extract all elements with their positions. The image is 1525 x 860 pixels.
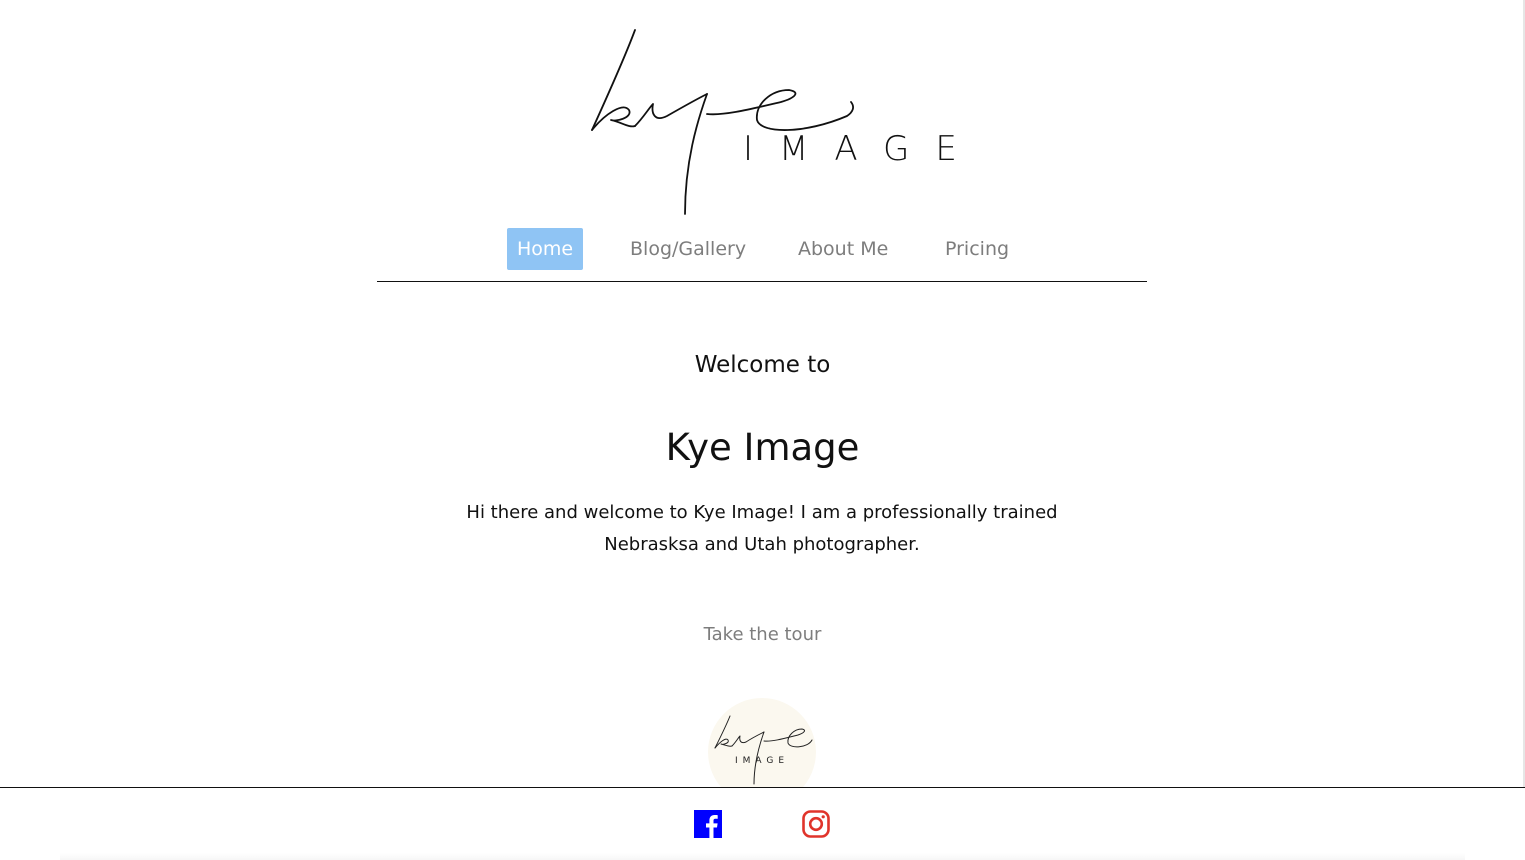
facebook-icon [694,810,722,838]
nav-item-about-me[interactable]: About Me [798,228,888,270]
logo-script-kye [591,29,854,215]
logo-wordmark: IMAGE [743,129,983,169]
footer [0,787,1525,860]
intro-text: Hi there and welcome to Kye Image! I am … [466,502,1058,555]
instagram-link[interactable] [802,810,830,838]
site-logo[interactable]: IMAGE [585,22,957,222]
page-title: Kye Image [665,426,860,469]
instagram-icon [802,810,830,838]
small-logo-script [714,715,813,785]
footer-shadow [60,853,1465,860]
page: IMAGE Home Blog/Gallery About Me Pricing… [0,0,1525,860]
welcome-heading: Welcome to [694,352,831,378]
take-the-tour-link[interactable]: Take the tour [0,624,1525,645]
small-logo[interactable]: IMAGE [708,698,816,788]
nav-item-blog-gallery[interactable]: Blog/Gallery [630,228,746,270]
main-nav: Home Blog/Gallery About Me Pricing [377,228,1147,282]
facebook-link[interactable] [694,810,722,838]
nav-item-pricing[interactable]: Pricing [945,228,1009,270]
nav-item-home[interactable]: Home [507,228,584,270]
small-logo-wordmark: IMAGE [735,756,790,766]
